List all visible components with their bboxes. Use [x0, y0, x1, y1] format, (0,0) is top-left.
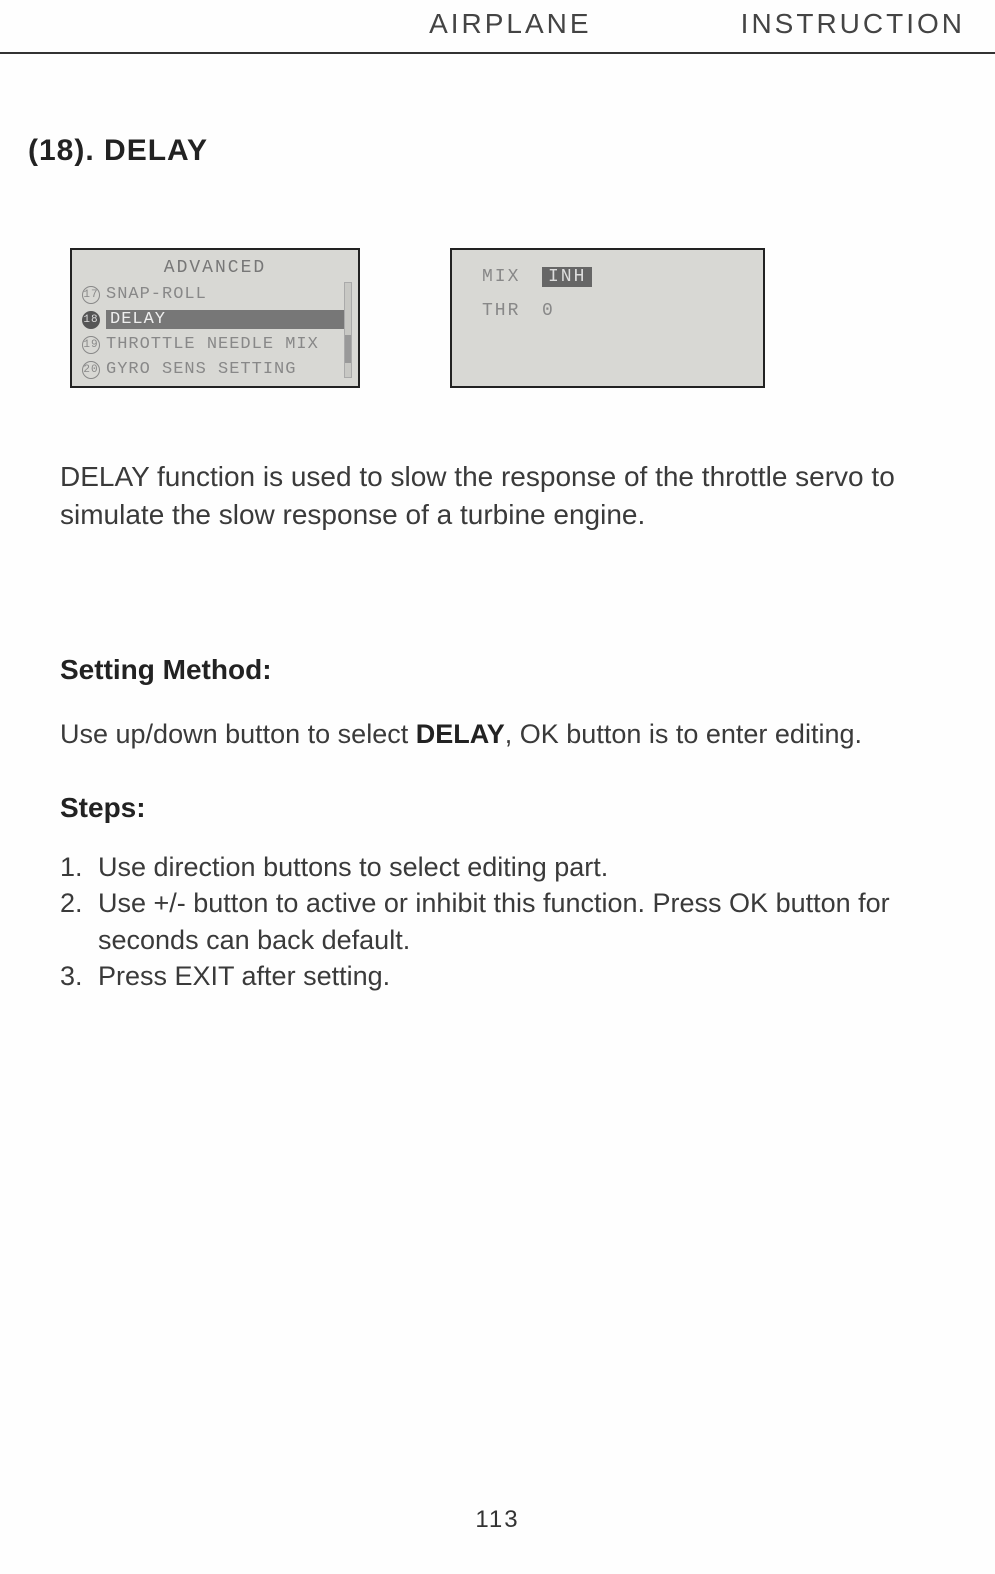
setting-bold: DELAY — [416, 719, 505, 749]
scrollbar-icon — [344, 282, 352, 378]
step-text: Use direction buttons to select editing … — [98, 849, 935, 885]
menu-item-label: DELAY — [106, 310, 348, 329]
param-row-thr: THR 0 — [482, 296, 753, 326]
steps-heading: Steps: — [60, 792, 935, 824]
step-text: Press EXIT after setting. — [98, 958, 935, 994]
menu-item-throttle-needle: 19 THROTTLE NEEDLE MIX — [82, 332, 348, 357]
step-number: 2. — [60, 885, 98, 958]
param-label: MIX — [482, 267, 542, 287]
header-category: AIRPLANE — [20, 8, 741, 40]
param-value: 0 — [542, 301, 555, 321]
section-number: (18). — [28, 134, 95, 167]
section-title: (18). DELAY — [28, 134, 995, 168]
function-description: DELAY function is used to slow the respo… — [60, 458, 935, 534]
param-row-mix: MIX INH — [482, 262, 753, 292]
setting-method-heading: Setting Method: — [60, 654, 935, 686]
menu-item-label: THROTTLE NEEDLE MIX — [106, 335, 348, 354]
menu-number-icon: 19 — [82, 336, 100, 354]
menu-number-icon: 20 — [82, 361, 100, 379]
lcd-menu-screen: ADVANCED 17 SNAP-ROLL 18 DELAY 19 THROTT… — [70, 248, 360, 388]
steps-list: 1. Use direction buttons to select editi… — [60, 849, 935, 995]
section-name: DELAY — [104, 134, 208, 167]
scrollbar-thumb-icon — [345, 335, 351, 363]
step-number: 1. — [60, 849, 98, 885]
setting-after: , OK button is to enter editing. — [505, 719, 862, 749]
menu-item-gyro-sens: 20 GYRO SENS SETTING — [82, 357, 348, 382]
menu-number-icon: 17 — [82, 286, 100, 304]
header-type: INSTRUCTION — [741, 8, 975, 40]
step-3: 3. Press EXIT after setting. — [60, 958, 935, 994]
menu-number-icon: 18 — [82, 311, 100, 329]
lcd-screenshots-row: ADVANCED 17 SNAP-ROLL 18 DELAY 19 THROTT… — [70, 248, 995, 388]
step-1: 1. Use direction buttons to select editi… — [60, 849, 935, 885]
param-label: THR — [482, 301, 542, 321]
param-value: INH — [542, 267, 592, 287]
page-header: AIRPLANE INSTRUCTION — [0, 0, 995, 54]
menu-item-snap-roll: 17 SNAP-ROLL — [82, 282, 348, 307]
menu-item-label: SNAP-ROLL — [106, 285, 348, 304]
menu-item-delay: 18 DELAY — [82, 307, 348, 332]
page-number: 113 — [0, 1506, 995, 1534]
step-text: Use +/- button to active or inhibit this… — [98, 885, 935, 958]
setting-method-text: Use up/down button to select DELAY, OK b… — [60, 716, 935, 752]
setting-before: Use up/down button to select — [60, 719, 416, 749]
lcd-menu-title: ADVANCED — [82, 258, 348, 278]
step-number: 3. — [60, 958, 98, 994]
lcd-param-screen: MIX INH THR 0 — [450, 248, 765, 388]
step-2: 2. Use +/- button to active or inhibit t… — [60, 885, 935, 958]
menu-item-label: GYRO SENS SETTING — [106, 360, 348, 379]
